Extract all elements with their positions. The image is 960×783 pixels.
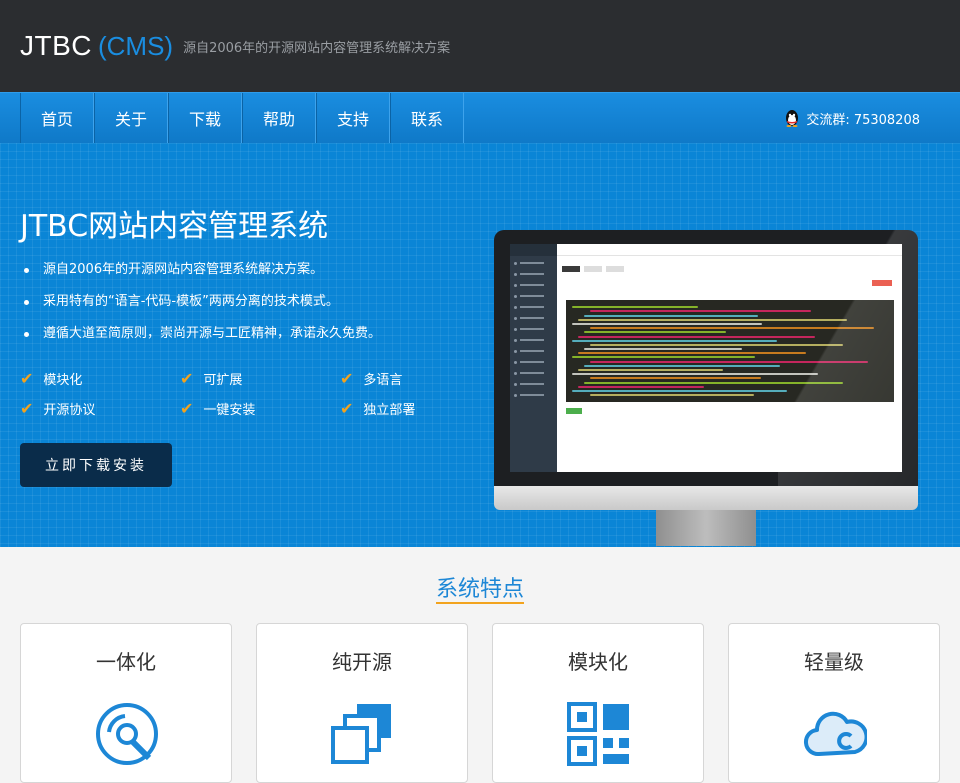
top-header: JTBC (CMS) 源自2006年的开源网站内容管理系统解决方案	[0, 0, 960, 92]
logo-cms-text: (CMS)	[98, 31, 174, 61]
bullet-dot-icon	[24, 300, 29, 305]
feature-label: 开源协议	[43, 402, 96, 418]
code-line	[578, 369, 724, 371]
disc-icon	[96, 703, 158, 765]
code-line	[584, 314, 758, 317]
code-line	[590, 377, 761, 380]
card-title: 轻量级	[804, 650, 864, 674]
main-navbar: 首页 关于 下载 帮助 支持 联系 交流群: 75308208	[0, 92, 960, 143]
feature-checklist: ✔ 模块化 ✔ 可扩展 ✔ 多语言 ✔ 开源协议 ✔ 一键安装 ✔ 独立部署	[20, 368, 440, 418]
feature-item: ✔ 模块化	[20, 368, 180, 388]
qq-group-link[interactable]: 交流群: 75308208	[784, 93, 920, 143]
logo-main-text: JTBC	[20, 30, 92, 61]
code-line	[572, 356, 756, 359]
code-line	[572, 339, 778, 342]
feature-label: 独立部署	[363, 402, 416, 418]
monitor-screen	[510, 244, 902, 472]
feature-item: ✔ 开源协议	[20, 398, 180, 418]
site-logo[interactable]: JTBC (CMS) 源自2006年的开源网站内容管理系统解决方案	[20, 30, 450, 62]
hero-bullet: 遵循大道至简原则，崇尚开源与工匠精神，承诺永久免费。	[24, 325, 381, 357]
feature-card-opensource[interactable]: 纯开源	[256, 623, 468, 783]
hero-title: JTBC网站内容管理系统	[20, 209, 329, 244]
code-line	[584, 364, 780, 367]
feature-item: ✔ 多语言	[340, 368, 440, 388]
feature-label: 多语言	[363, 372, 403, 388]
hero-bullet-list: 源自2006年的开源网站内容管理系统解决方案。 采用特有的“语言-代码-模板”两…	[24, 261, 381, 357]
check-icon: ✔	[340, 368, 354, 388]
nav-item-support[interactable]: 支持	[316, 93, 390, 143]
nav-item-download[interactable]: 下载	[168, 93, 242, 143]
code-line	[578, 352, 806, 355]
check-icon: ✔	[180, 368, 194, 388]
code-line	[590, 327, 875, 330]
section-title-text: 系统特点	[435, 577, 524, 604]
code-line	[578, 318, 847, 321]
feature-card-modular[interactable]: 模块化	[492, 623, 704, 783]
card-title: 一体化	[96, 650, 156, 674]
qq-group-text: 交流群: 75308208	[806, 112, 920, 128]
qrcode-icon	[567, 702, 629, 766]
monitor-illustration	[494, 230, 918, 546]
feature-cards: 一体化 纯开源 模块化 轻量级	[20, 623, 960, 783]
section-title: 系统特点	[0, 571, 960, 604]
check-icon: ✔	[180, 398, 194, 418]
hero-bullet-text: 源自2006年的开源网站内容管理系统解决方案。	[43, 262, 324, 277]
admin-red-button-illustration	[872, 280, 892, 286]
code-line	[584, 331, 727, 334]
nav-list: 首页 关于 下载 帮助 支持 联系	[20, 93, 464, 143]
monitor-chin	[494, 486, 918, 510]
card-title: 模块化	[568, 650, 628, 674]
code-line	[572, 322, 762, 325]
bullet-dot-icon	[24, 268, 29, 273]
code-line	[590, 343, 843, 346]
admin-green-button-illustration	[566, 408, 582, 414]
code-line	[590, 310, 812, 313]
qq-penguin-icon	[786, 110, 799, 127]
hero-bullet-text: 遵循大道至简原则，崇尚开源与工匠精神，承诺永久免费。	[43, 326, 382, 341]
code-line	[584, 348, 742, 351]
admin-topbar-illustration	[557, 244, 902, 256]
code-line	[584, 381, 844, 384]
feature-item: ✔ 一键安装	[180, 398, 340, 418]
card-title: 纯开源	[332, 650, 392, 674]
feature-item: ✔ 独立部署	[340, 398, 440, 418]
feature-label: 一键安装	[203, 402, 256, 418]
bullet-dot-icon	[24, 332, 29, 337]
download-install-button[interactable]: 立即下载安装	[20, 443, 172, 487]
check-icon: ✔	[340, 398, 354, 418]
feature-item: ✔ 可扩展	[180, 368, 340, 388]
admin-tabs-illustration	[562, 266, 628, 272]
code-line	[572, 306, 699, 309]
logo-tagline: 源自2006年的开源网站内容管理系统解决方案	[183, 41, 451, 56]
features-section: 系统特点 一体化 纯开源 模块化 轻量级	[0, 547, 960, 783]
check-icon: ✔	[20, 398, 34, 418]
nav-item-home[interactable]: 首页	[20, 93, 94, 143]
hero-bullet-text: 采用特有的“语言-代码-模板”两两分离的技术模式。	[43, 294, 339, 309]
code-line	[572, 373, 819, 376]
code-line	[590, 394, 755, 397]
hero-bullet: 源自2006年的开源网站内容管理系统解决方案。	[24, 261, 381, 293]
nav-item-about[interactable]: 关于	[94, 93, 168, 143]
check-icon: ✔	[20, 368, 34, 388]
hero-bullet: 采用特有的“语言-代码-模板”两两分离的技术模式。	[24, 293, 381, 325]
code-line	[572, 389, 787, 392]
admin-sidebar-illustration	[510, 244, 557, 472]
code-line	[578, 385, 705, 388]
hero-banner: JTBC网站内容管理系统 源自2006年的开源网站内容管理系统解决方案。 采用特…	[0, 143, 960, 547]
cloud-icon	[804, 711, 867, 757]
nav-item-contact[interactable]: 联系	[390, 93, 464, 143]
feature-label: 可扩展	[203, 372, 243, 388]
nav-item-help[interactable]: 帮助	[242, 93, 316, 143]
code-editor-illustration	[566, 300, 894, 402]
monitor-stand	[656, 510, 756, 546]
code-line	[590, 360, 869, 363]
feature-card-integrated[interactable]: 一体化	[20, 623, 232, 783]
layers-icon	[331, 704, 391, 764]
monitor-frame	[494, 230, 918, 486]
feature-label: 模块化	[43, 372, 83, 388]
code-line	[578, 335, 815, 338]
feature-card-lightweight[interactable]: 轻量级	[728, 623, 940, 783]
